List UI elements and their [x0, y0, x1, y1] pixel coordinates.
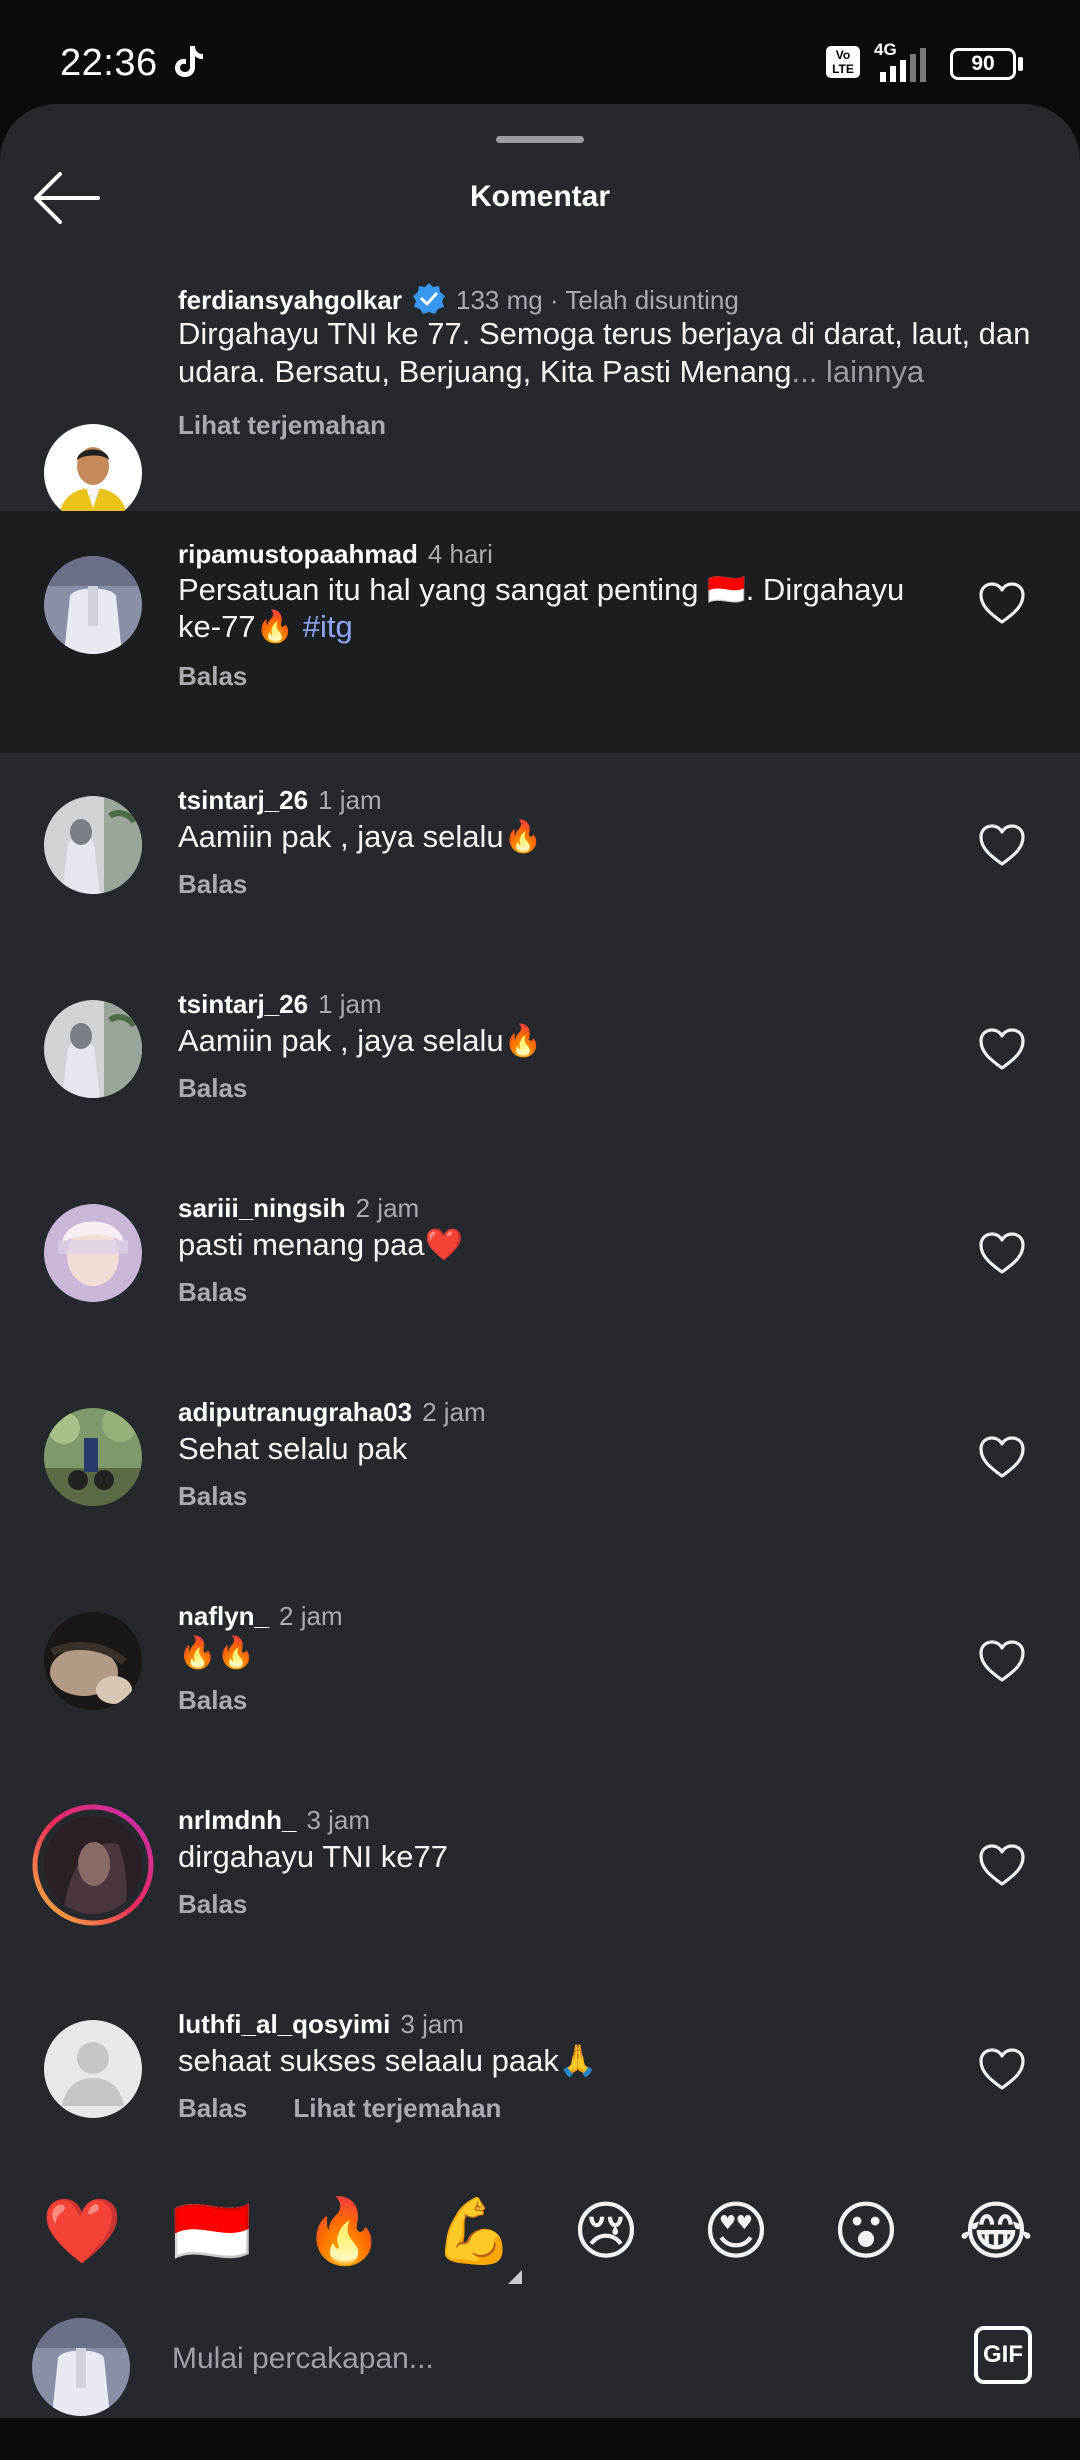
comment-item: naflyn_ 2 jam 🔥🔥 Balas	[0, 1569, 1080, 1773]
comment-text: Aamiin pak , jaya selalu🔥	[178, 819, 543, 854]
comment-username[interactable]: luthfi_al_qosyimi	[178, 2009, 390, 2039]
avatar[interactable]	[44, 796, 142, 894]
post-caption: ferdiansyahgolkar 133 mg · Telah disunti…	[0, 264, 1080, 522]
emoji-flexed-biceps[interactable]: 💪	[432, 2190, 516, 2274]
volte-icon: Vo LTE	[826, 46, 860, 78]
comment-text: Sehat selalu pak	[178, 1431, 408, 1466]
like-heart-icon[interactable]	[978, 1231, 1026, 1275]
emoji-tears-of-joy[interactable]: 😂	[954, 2190, 1038, 2274]
like-heart-icon[interactable]	[978, 1639, 1026, 1683]
comment-time: 3 jam	[400, 2009, 464, 2039]
comment-text: dirgahayu TNI ke77	[178, 1839, 448, 1874]
battery-icon: 90	[950, 48, 1016, 80]
signal-icon	[880, 48, 926, 82]
gif-button[interactable]: GIF	[974, 2326, 1032, 2384]
status-bar: 22:36 Vo LTE 4G 90	[0, 0, 1080, 104]
comment-composer: Mulai percakapan... GIF	[0, 2282, 1080, 2416]
caption-meta: 133 mg · Telah disunting	[455, 285, 739, 315]
reply-button[interactable]: Balas	[178, 2093, 247, 2123]
comment-text-line2-content: ke-77🔥	[178, 609, 295, 644]
like-heart-icon[interactable]	[978, 581, 1026, 625]
comment-text: 🔥🔥	[178, 1635, 256, 1670]
emoji-heart[interactable]: ❤️	[40, 2190, 124, 2274]
reply-button[interactable]: Balas	[178, 869, 247, 900]
comment-item: tsintarj_26 1 jam Aamiin pak , jaya selal…	[0, 753, 1080, 957]
comment-item: nrlmdnh_ 3 jam dirgahayu TNI ke77 Balas	[0, 1773, 1080, 1977]
comment-username[interactable]: adiputranugraha03	[178, 1397, 412, 1427]
comment-text: sehaat sukses selaalu paak🙏	[178, 2043, 598, 2078]
avatar[interactable]	[44, 1408, 142, 1506]
like-heart-icon[interactable]	[978, 1843, 1026, 1887]
reply-button[interactable]: Balas	[178, 661, 247, 692]
comment-item: ripamustopaahmad 4 hari Persatuan itu hal…	[0, 511, 1080, 753]
caption-text-line2: udara. Bersatu, Berjuang, Kita Pasti Men…	[178, 352, 924, 391]
verified-badge-icon	[412, 283, 445, 314]
emoji-open-mouth[interactable]: 😮	[824, 2190, 908, 2274]
comment-time: 2 jam	[355, 1193, 420, 1223]
like-heart-icon[interactable]	[978, 2047, 1026, 2091]
comment-text: Aamiin pak , jaya selalu🔥	[178, 1023, 543, 1058]
translate-link[interactable]: Lihat terjemahan	[293, 2093, 501, 2123]
comment-time: 2 jam	[422, 1397, 486, 1427]
comment-username[interactable]: ripamustopaahmad	[178, 539, 418, 569]
comment-item: luthfi_al_qosyimi 3 jam sehaat sukses sel…	[0, 1977, 1080, 2181]
avatar[interactable]	[44, 424, 142, 522]
caption-translate-link[interactable]: Lihat terjemahan	[178, 410, 386, 441]
avatar[interactable]	[44, 1204, 142, 1302]
avatar-story-ring[interactable]	[32, 1804, 154, 1926]
like-heart-icon[interactable]	[978, 1027, 1026, 1071]
emoji-crying-face[interactable]: 😢	[564, 2190, 648, 2274]
default-avatar[interactable]	[44, 2020, 142, 2118]
caption-text-line2-content: udara. Bersatu, Berjuang, Kita Pasti Men…	[178, 354, 792, 389]
battery-nub	[1018, 57, 1023, 71]
like-heart-icon[interactable]	[978, 823, 1026, 867]
comment-time: 4 hari	[427, 539, 493, 569]
comment-text: pasti menang paa❤️	[178, 1227, 464, 1262]
comment-username[interactable]: sariii_ningsih	[178, 1193, 346, 1223]
reply-button[interactable]: Balas	[178, 1073, 247, 1104]
sheet-grabber[interactable]	[496, 136, 584, 143]
tiktok-icon	[175, 46, 203, 77]
emoji-fire[interactable]: 🔥	[302, 2190, 386, 2274]
reply-button[interactable]: Balas	[178, 1889, 247, 1920]
caption-username[interactable]: ferdiansyahgolkar	[178, 285, 402, 315]
comment-username[interactable]: nrlmdnh_	[178, 1805, 296, 1835]
reply-button[interactable]: Balas	[178, 1481, 247, 1512]
avatar[interactable]	[44, 1612, 142, 1710]
hashtag-link[interactable]: #itg	[303, 609, 353, 644]
comment-time: 2 jam	[279, 1601, 343, 1631]
comment-time: 3 jam	[306, 1805, 371, 1835]
page-title: Komentar	[469, 180, 611, 213]
system-nav-bar	[0, 2418, 1080, 2460]
status-time: 22:36	[60, 42, 158, 84]
comment-text-line2: ke-77🔥 #itg	[178, 607, 353, 646]
comment-text-line1: Persatuan itu hal yang sangat penting 🇮🇩…	[178, 572, 905, 607]
comment-input[interactable]: Mulai percakapan...	[172, 2342, 434, 2376]
emoji-heart-eyes[interactable]: 😍	[694, 2190, 778, 2274]
comment-username[interactable]: naflyn_	[178, 1601, 269, 1631]
like-heart-icon[interactable]	[978, 1435, 1026, 1479]
comment-username[interactable]: tsintarj_26	[178, 989, 308, 1019]
avatar[interactable]	[44, 1000, 142, 1098]
caption-text-line1: Dirgahayu TNI ke 77. Semoga terus berjay…	[178, 316, 1031, 351]
comment-item: tsintarj_26 1 jam Aamiin pak , jaya selal…	[0, 957, 1080, 1161]
avatar[interactable]	[44, 556, 142, 654]
comment-time: 1 jam	[318, 785, 382, 815]
reply-button[interactable]: Balas	[178, 1685, 247, 1716]
reply-button[interactable]: Balas	[178, 1277, 247, 1308]
comment-time: 1 jam	[318, 989, 382, 1019]
comment-item: sariii_ningsih 2 jam pasti menang paa❤️ B…	[0, 1161, 1080, 1365]
comment-username[interactable]: tsintarj_26	[178, 785, 308, 815]
comment-item: adiputranugraha03 2 jam Sehat selalu pak …	[0, 1365, 1080, 1569]
my-avatar[interactable]	[32, 2318, 130, 2416]
caption-more-link[interactable]: ... lainnya	[791, 354, 924, 389]
emoji-flag-indonesia[interactable]: 🇮🇩	[170, 2190, 254, 2274]
comments-sheet: Komentar ferdiansyahgolkar 133 mg · Tela…	[0, 104, 1080, 2418]
battery-level: 90	[971, 52, 995, 75]
